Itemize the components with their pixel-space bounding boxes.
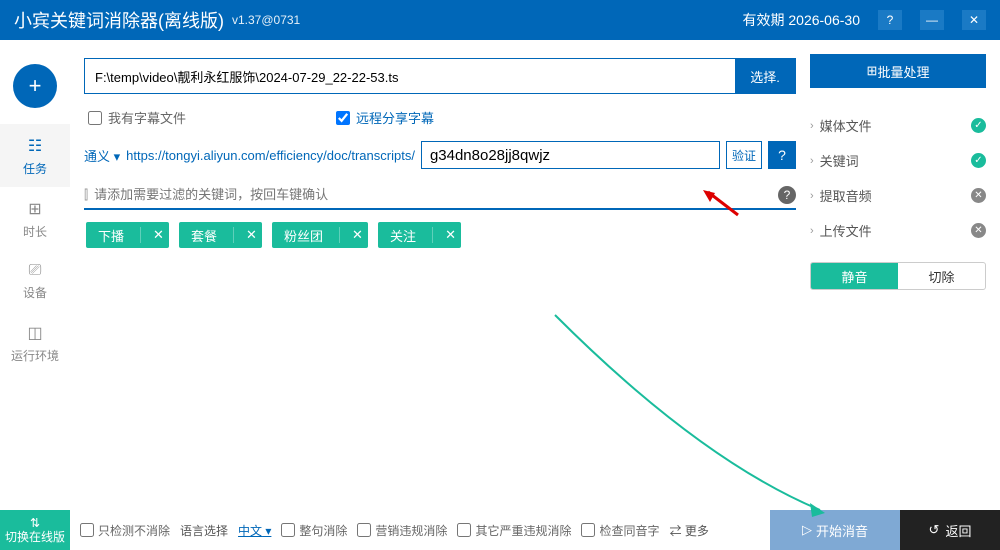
step-media[interactable]: ›媒体文件✓ <box>810 108 986 143</box>
status-pending-icon: ✕ <box>971 188 986 203</box>
remote-share-checkbox[interactable]: 远程分享字幕 <box>336 108 434 127</box>
switch-online-button[interactable]: ⇅切换在线版 <box>0 510 70 550</box>
chevron-right-icon: › <box>810 120 814 132</box>
play-icon: ▷ <box>802 522 812 538</box>
close-button[interactable]: ✕ <box>962 10 986 30</box>
device-icon: ⎚ <box>0 262 70 280</box>
file-path-input[interactable] <box>85 59 735 93</box>
tag-item: 下播✕ <box>86 222 169 248</box>
nav-device[interactable]: ⎚设备 <box>0 250 70 311</box>
other-serious-checkbox[interactable]: 其它严重违规消除 <box>457 522 571 539</box>
step-keywords[interactable]: ›关键词✓ <box>810 143 986 178</box>
tag-remove[interactable]: ✕ <box>339 227 368 243</box>
tasks-icon: ☷ <box>0 136 70 156</box>
tag-item: 关注✕ <box>378 222 461 248</box>
nav-duration[interactable]: ⊞时长 <box>0 187 70 250</box>
keyword-help-icon[interactable]: ? <box>778 186 796 204</box>
help-icon-button[interactable]: ? <box>768 141 796 169</box>
back-button[interactable]: ↺返回 <box>900 510 1000 550</box>
app-version: v1.37@0731 <box>232 13 300 27</box>
detect-only-checkbox[interactable]: 只检测不消除 <box>80 522 170 539</box>
more-options[interactable]: ⇄ 更多 <box>669 522 708 539</box>
nav-env[interactable]: ◫运行环境 <box>0 311 70 374</box>
chevron-right-icon: › <box>810 155 814 167</box>
duration-icon: ⊞ <box>0 199 70 219</box>
mode-toggle[interactable]: 静音 切除 <box>810 262 986 290</box>
step-extract[interactable]: ›提取音频✕ <box>810 178 986 213</box>
tag-item: 套餐✕ <box>179 222 262 248</box>
verify-button[interactable]: 验证 <box>726 141 762 169</box>
start-button[interactable]: ▷开始消音 <box>770 510 900 550</box>
tag-item: 粉丝团✕ <box>272 222 368 248</box>
homophone-checkbox[interactable]: 检查同音字 <box>581 522 659 539</box>
step-upload[interactable]: ›上传文件✕ <box>810 213 986 248</box>
mode-mute[interactable]: 静音 <box>811 263 898 289</box>
chevron-right-icon: › <box>810 225 814 237</box>
batch-process-button[interactable]: ⊞ 批量处理 <box>810 54 986 88</box>
app-title: 小宾关键词消除器(离线版) <box>14 7 224 33</box>
tag-remove[interactable]: ✕ <box>233 227 262 243</box>
expiry: 有效期 2026-06-30 <box>742 10 860 30</box>
source-select[interactable]: 通义 ▾ <box>84 146 120 165</box>
lang-select[interactable]: 中文 ▾ <box>238 522 271 539</box>
lang-label: 语言选择 <box>180 522 228 539</box>
transcript-url: https://tongyi.aliyun.com/efficiency/doc… <box>126 148 415 163</box>
minimize-button[interactable]: — <box>920 10 944 30</box>
add-button[interactable]: + <box>13 64 57 108</box>
status-ok-icon: ✓ <box>971 153 986 168</box>
marketing-checkbox[interactable]: 营销违规消除 <box>357 522 447 539</box>
nav-tasks[interactable]: ☷任务 <box>0 124 70 187</box>
chevron-right-icon: › <box>810 190 814 202</box>
back-icon: ↺ <box>929 522 940 538</box>
tag-remove[interactable]: ✕ <box>432 227 461 243</box>
keyword-input[interactable] <box>94 183 772 206</box>
env-icon: ◫ <box>0 323 70 343</box>
filter-icon: ⫿ <box>84 187 88 203</box>
tag-list: 下播✕ 套餐✕ 粉丝团✕ 关注✕ <box>84 210 796 260</box>
mode-cut[interactable]: 切除 <box>898 263 985 289</box>
help-button[interactable]: ? <box>878 10 902 30</box>
whole-sentence-checkbox[interactable]: 整句消除 <box>281 522 347 539</box>
have-subtitle-checkbox[interactable]: 我有字幕文件 <box>88 108 186 127</box>
status-ok-icon: ✓ <box>971 118 986 133</box>
tag-remove[interactable]: ✕ <box>140 227 169 243</box>
status-pending-icon: ✕ <box>971 223 986 238</box>
select-file-button[interactable]: 选择. <box>735 59 795 93</box>
transcript-code-input[interactable] <box>421 141 720 169</box>
switch-icon: ⇅ <box>30 516 40 530</box>
